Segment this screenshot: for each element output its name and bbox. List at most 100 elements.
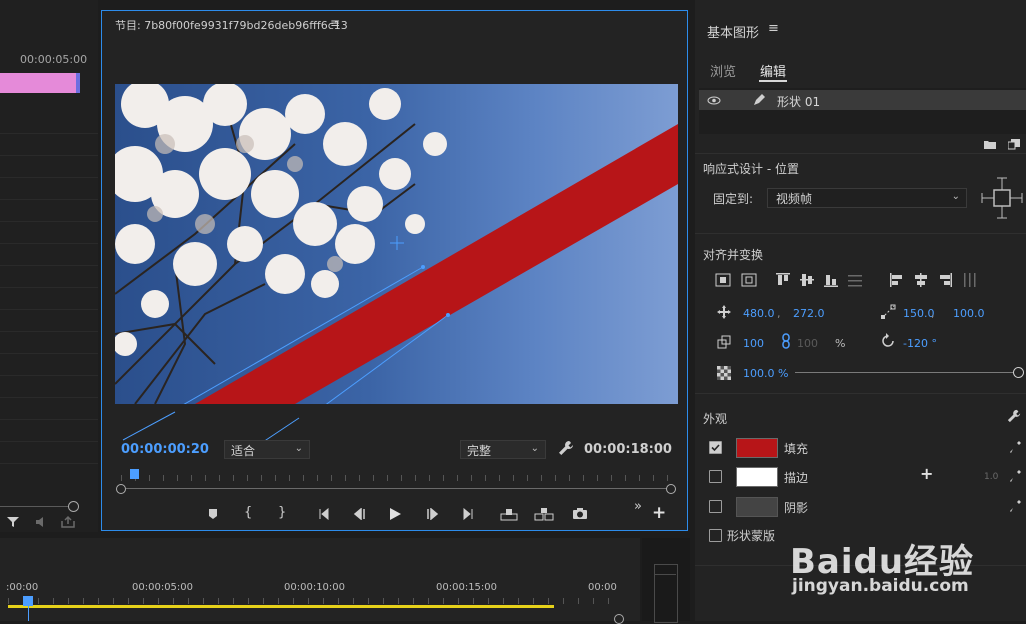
zoom-scroll-track[interactable]: [126, 488, 668, 489]
panel-menu-icon[interactable]: ≡: [768, 21, 779, 36]
align-vertical-center-frame-icon[interactable]: [715, 273, 731, 287]
divider: [695, 393, 1026, 394]
stroke-color-swatch[interactable]: [736, 467, 778, 487]
anchor-sep: ,: [931, 307, 935, 320]
tab-edit[interactable]: 编辑: [760, 61, 786, 80]
anchor-y[interactable]: 100.0: [953, 307, 985, 320]
playhead[interactable]: [130, 469, 139, 479]
rotation-icon: [882, 333, 894, 347]
stroke-width[interactable]: 1.0: [984, 472, 998, 482]
export-icon[interactable]: [60, 515, 76, 532]
position-x[interactable]: 480.0: [743, 307, 775, 320]
left-scroll-track[interactable]: [0, 506, 72, 507]
essential-graphics-panel: 基本图形 ≡ 浏览 编辑 形状 01 响应式设计 - 位置 固定到: 视频帧 ⌄…: [695, 0, 1026, 621]
distribute-horizontal-icon[interactable]: [961, 272, 977, 288]
fit-dropdown[interactable]: 适合 ⌄: [224, 440, 310, 459]
audio-meter: [654, 564, 678, 623]
add-button-icon[interactable]: +: [652, 503, 666, 523]
pin-label: 固定到:: [713, 192, 754, 206]
anchor-x[interactable]: 150.0: [903, 307, 935, 320]
eye-icon[interactable]: [707, 96, 721, 105]
layer-row[interactable]: 形状 01: [699, 90, 1026, 110]
duration-timecode: 00:00:18:00: [584, 442, 672, 457]
zoom-handle-left[interactable]: [116, 484, 126, 494]
video-frame[interactable]: [115, 84, 678, 404]
add-stroke-icon[interactable]: +: [920, 464, 933, 483]
pink-clip[interactable]: [0, 73, 78, 93]
program-title: 节目: 7b80f00fe9931f79bd26deb96fff6c13: [115, 19, 348, 32]
tab-browse[interactable]: 浏览: [710, 61, 736, 80]
pin-diagram[interactable]: [980, 176, 1024, 220]
opacity-icon: [717, 366, 731, 380]
camera-icon[interactable]: [572, 507, 588, 520]
play-icon[interactable]: [388, 507, 402, 521]
align-center-icon[interactable]: [913, 272, 929, 288]
align-horizontal-center-frame-icon[interactable]: [741, 273, 757, 287]
pin-to-dropdown[interactable]: 视频帧 ⌄: [767, 188, 967, 208]
new-folder-icon[interactable]: [983, 139, 997, 150]
step-back-icon[interactable]: [352, 508, 368, 520]
scale-value[interactable]: 100: [743, 337, 764, 350]
fill-color-swatch[interactable]: [736, 438, 778, 458]
time-ruler[interactable]: [121, 467, 672, 481]
position-y[interactable]: 272.0: [793, 307, 825, 320]
opacity-slider-handle[interactable]: [1013, 367, 1024, 378]
align-left-icon[interactable]: [889, 272, 905, 288]
quality-dropdown[interactable]: 完整 ⌄: [460, 440, 546, 459]
eyedropper-icon[interactable]: [1010, 440, 1022, 454]
mark-out-icon[interactable]: }: [278, 505, 286, 520]
left-timecode: 00:00:05:00: [20, 53, 88, 66]
divider: [695, 153, 1026, 154]
go-to-out-icon[interactable]: [458, 508, 474, 520]
wrench-icon[interactable]: [1007, 409, 1021, 423]
shadow-checkbox[interactable]: [709, 500, 722, 513]
marker-icon[interactable]: [208, 508, 218, 520]
lift-icon[interactable]: [500, 507, 518, 521]
quality-dropdown-label: 完整: [467, 444, 492, 458]
filter-icon[interactable]: [6, 515, 20, 532]
current-timecode[interactable]: 00:00:00:20: [121, 442, 209, 457]
more-icon[interactable]: »: [634, 499, 642, 514]
rotation-value[interactable]: -120 °: [903, 337, 937, 350]
step-forward-icon[interactable]: [424, 508, 440, 520]
shape-mask-checkbox[interactable]: [709, 529, 722, 542]
audio-icon[interactable]: [34, 515, 48, 532]
zoom-handle-right[interactable]: [666, 484, 676, 494]
divider: [695, 233, 1026, 234]
fill-checkbox[interactable]: [709, 441, 722, 454]
extract-icon[interactable]: [534, 507, 554, 521]
pen-tool-icon: [754, 94, 765, 105]
timeline-ruler[interactable]: [8, 598, 618, 604]
wrench-icon[interactable]: [558, 440, 574, 459]
timeline-label-1: 00:00:05:00: [132, 582, 194, 593]
left-scroll-handle[interactable]: [68, 501, 79, 512]
align-right-icon[interactable]: [937, 272, 953, 288]
opacity-value[interactable]: 100.0 %: [743, 367, 788, 380]
stroke-checkbox[interactable]: [709, 470, 722, 483]
fit-dropdown-label: 适合: [231, 444, 256, 458]
scale-unit: %: [835, 337, 846, 350]
go-to-in-icon[interactable]: [318, 508, 334, 520]
timeline-label-0: :00:00: [6, 582, 39, 593]
work-area-bar[interactable]: [8, 605, 554, 608]
pin-target-icon: [981, 177, 1023, 219]
align-top-icon[interactable]: [775, 272, 791, 288]
chevron-down-icon: ⌄: [951, 191, 960, 202]
shadow-color-swatch[interactable]: [736, 497, 778, 517]
audio-meter-divider: [654, 574, 676, 575]
link-icon[interactable]: [781, 333, 791, 349]
hamburger-icon[interactable]: ≡: [330, 16, 340, 30]
shadow-label: 阴影: [784, 501, 809, 515]
align-bottom-icon[interactable]: [823, 272, 839, 288]
distribute-vertical-icon[interactable]: [847, 272, 863, 288]
eyedropper-icon[interactable]: [1010, 469, 1022, 483]
timeline-scroll-handle[interactable]: [614, 614, 624, 624]
align-middle-icon[interactable]: [799, 272, 815, 288]
timeline-playhead[interactable]: [23, 596, 33, 606]
new-layer-icon[interactable]: [1008, 139, 1020, 150]
timeline-panel: :00:00 00:00:05:00 00:00:10:00 00:00:15:…: [0, 538, 640, 624]
eyedropper-icon[interactable]: [1010, 499, 1022, 513]
opacity-slider-track[interactable]: [795, 372, 1015, 373]
mark-in-icon[interactable]: {: [244, 505, 252, 520]
track-lines: [0, 112, 98, 472]
